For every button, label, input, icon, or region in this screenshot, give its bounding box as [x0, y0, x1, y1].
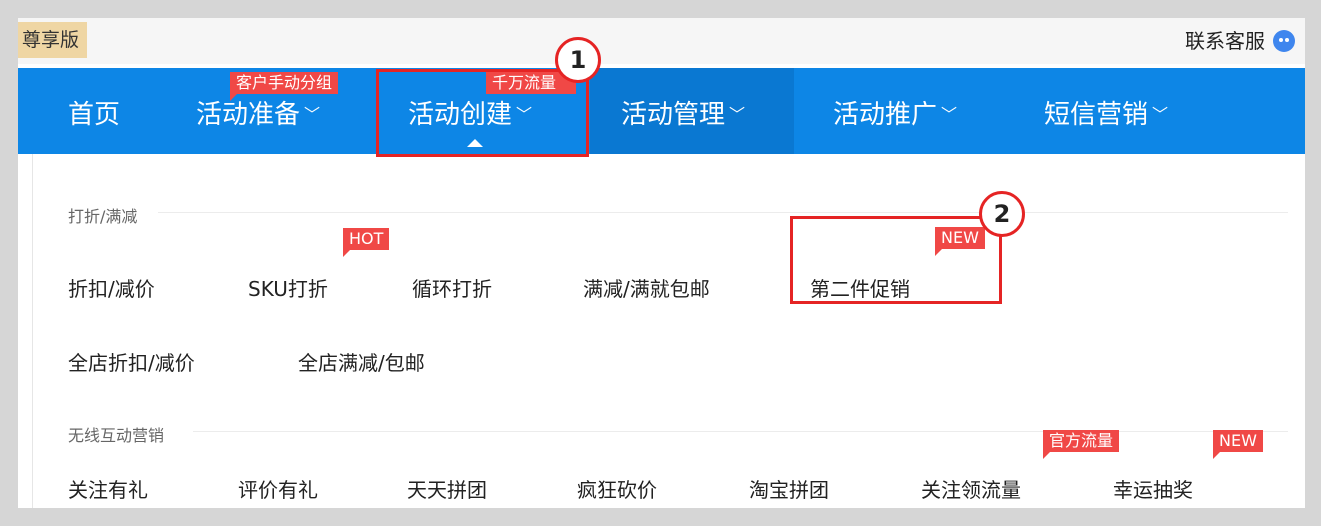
- chat-bubble-icon[interactable]: [1273, 30, 1295, 52]
- nav-item-activity-manage[interactable]: 活动管理 ﹀: [621, 68, 745, 154]
- chevron-down-icon: ﹀: [729, 105, 746, 124]
- menu-link-discount[interactable]: 折扣/减价: [68, 273, 155, 302]
- menu-link-taobao-group-buy[interactable]: 淘宝拼团: [749, 474, 829, 503]
- chevron-down-icon: ﹀: [1152, 105, 1169, 124]
- menu-link-sku-discount[interactable]: SKU打折: [248, 273, 328, 302]
- hot-badge: HOT: [343, 228, 390, 257]
- nav-item-label: 活动管理: [621, 100, 726, 130]
- section-divider: [158, 212, 1288, 213]
- new-badge: NEW: [1213, 430, 1263, 459]
- official-traffic-badge: 官方流量: [1043, 430, 1120, 459]
- nav-item-label: 活动推广: [833, 100, 938, 130]
- menu-link-daily-group-buy[interactable]: 天天拼团: [407, 474, 487, 503]
- section-title-discount: 打折/满减: [68, 207, 138, 226]
- menu-link-store-discount[interactable]: 全店折扣/减价: [68, 347, 195, 376]
- step-marker-2: 2: [979, 191, 1025, 237]
- contact-support-link[interactable]: 联系客服: [1185, 18, 1265, 64]
- nav-tag-manual-group: 客户手动分组: [230, 72, 339, 101]
- chevron-down-icon: ﹀: [304, 105, 321, 124]
- menu-link-store-full-reduction[interactable]: 全店满减/包邮: [298, 347, 425, 376]
- nav-item-home[interactable]: 首页: [68, 68, 120, 154]
- nav-item-label: 短信营销: [1044, 100, 1149, 130]
- menu-link-crazy-bargain[interactable]: 疯狂砍价: [577, 474, 657, 503]
- nav-item-sms-marketing[interactable]: 短信营销 ﹀: [1044, 68, 1168, 154]
- nav-item-activity-promote[interactable]: 活动推广 ﹀: [833, 68, 957, 154]
- highlight-box-activity-create: [376, 69, 589, 157]
- main-nav: 首页 活动准备 ﹀ 活动创建 ﹀ 活动管理 ﹀ 活动推广 ﹀ 短信营销 ﹀: [18, 68, 1305, 154]
- nav-item-label: 活动准备: [196, 100, 301, 130]
- menu-link-lucky-draw[interactable]: 幸运抽奖: [1113, 474, 1193, 503]
- edition-badge: 尊享版: [18, 22, 88, 58]
- highlight-box-second-item-promo: [790, 216, 1002, 304]
- menu-link-cyclic-discount[interactable]: 循环打折: [412, 273, 492, 302]
- nav-item-label: 首页: [68, 100, 121, 130]
- menu-link-full-reduction[interactable]: 满减/满就包邮: [583, 273, 710, 302]
- top-bar: 尊享版 联系客服: [18, 18, 1305, 64]
- section-divider: [193, 431, 1288, 432]
- menu-link-follow-gift[interactable]: 关注有礼: [68, 474, 148, 503]
- app-window: 尊享版 联系客服 首页 活动准备 ﹀ 活动创建 ﹀ 活动管理 ﹀ 活动推广 ﹀ 短信营销…: [18, 18, 1305, 508]
- menu-link-follow-traffic[interactable]: 关注领流量: [921, 474, 1021, 503]
- menu-link-review-gift[interactable]: 评价有礼: [238, 474, 318, 503]
- chevron-down-icon: ﹀: [941, 105, 958, 124]
- section-title-wireless: 无线互动营销: [68, 426, 165, 445]
- activity-create-dropdown: 打折/满减 折扣/减价 SKU打折 循环打折 满减/满就包邮 第二件促销 全店折…: [32, 154, 1305, 508]
- step-marker-1: 1: [555, 37, 601, 83]
